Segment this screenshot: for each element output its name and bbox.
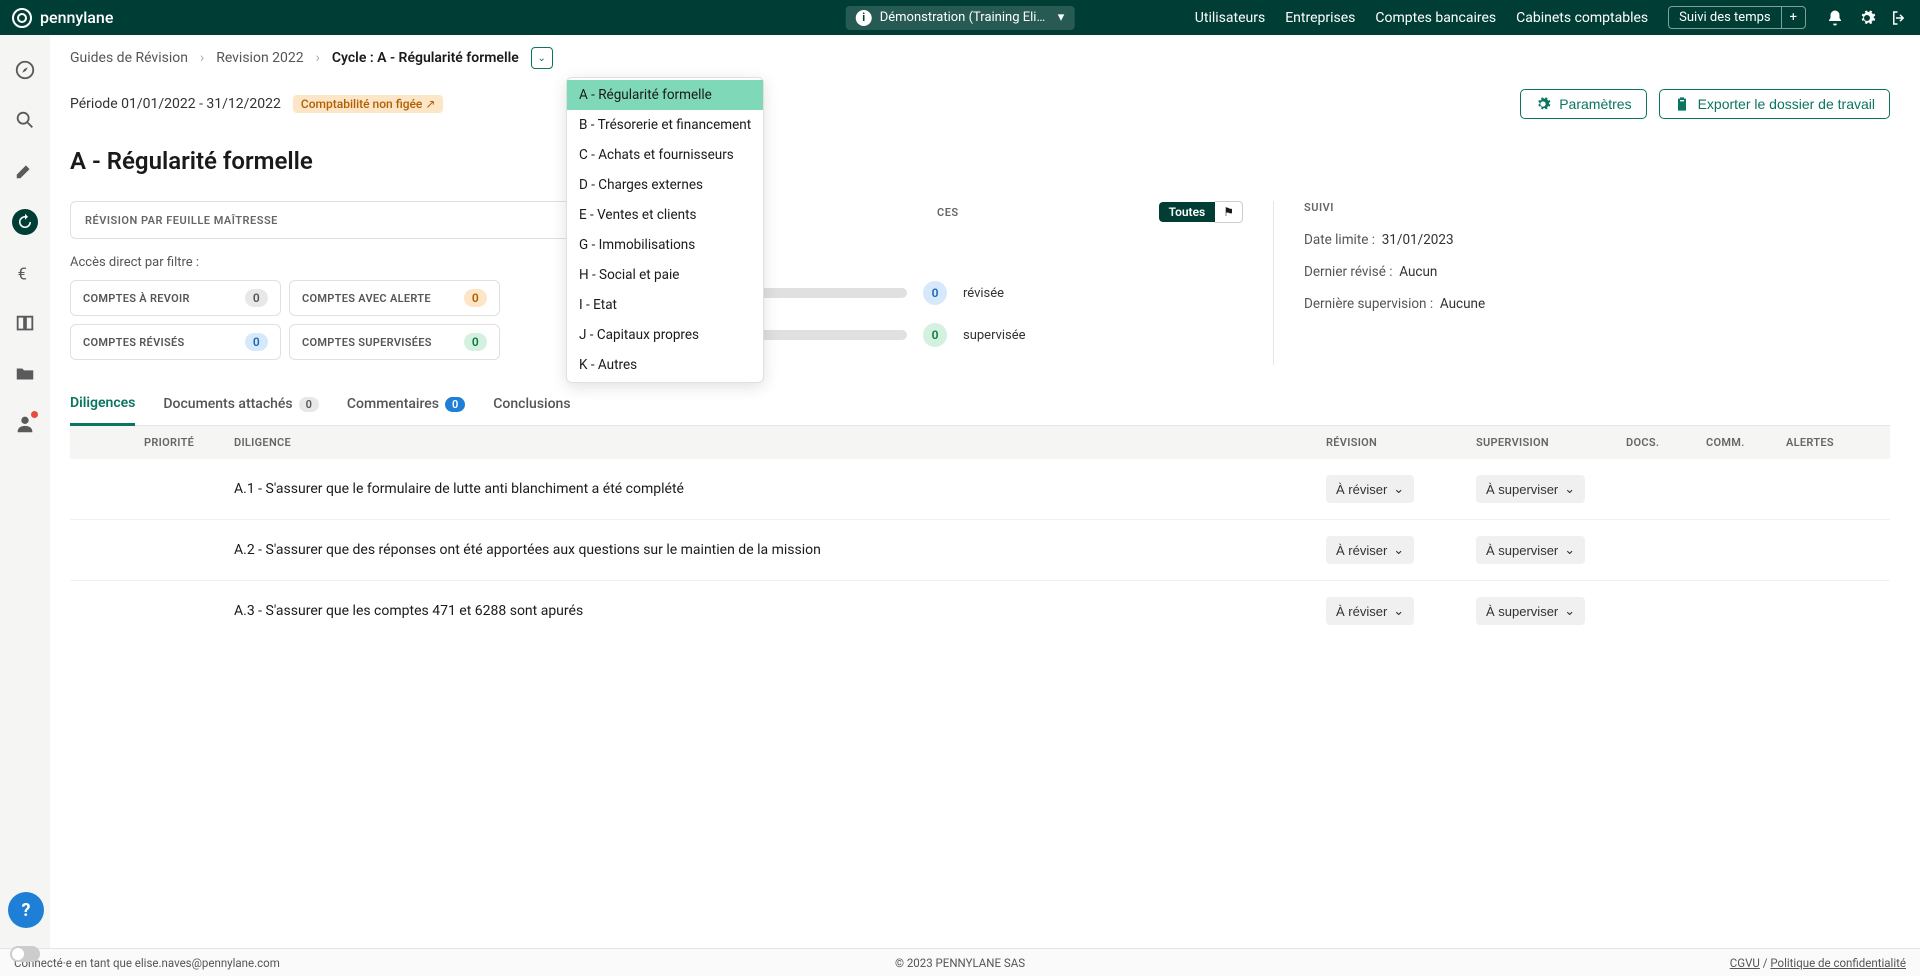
chevron-down-icon: ⌄ — [1393, 542, 1404, 558]
cycle-option[interactable]: J - Capitaux propres — [567, 320, 763, 350]
footer-copyright: © 2023 PENNYLANE SAS — [895, 956, 1025, 970]
cycle-dropdown-toggle[interactable]: ⌄ — [531, 47, 553, 69]
cycle-option[interactable]: I - Etat — [567, 290, 763, 320]
logo[interactable]: pennylane — [12, 8, 113, 28]
diligences-table: PRIORITÉ DILIGENCE RÉVISION SUPERVISION … — [70, 426, 1890, 641]
tabs: Diligences Documents attachés0 Commentai… — [70, 385, 1890, 426]
chevron-down-icon: ⌄ — [1564, 481, 1575, 497]
clipboard-icon — [1674, 96, 1690, 112]
chip-to-review[interactable]: COMPTES À REVOIR0 — [70, 280, 281, 316]
footer-privacy[interactable]: Politique de confidentialité — [1770, 956, 1906, 970]
revision-status[interactable]: À réviser ⌄ — [1326, 475, 1414, 503]
supervision-status[interactable]: À superviser ⌄ — [1476, 597, 1585, 625]
nav-firms[interactable]: Cabinets comptables — [1516, 10, 1648, 26]
cycle-option[interactable]: A - Régularité formelle — [567, 80, 763, 110]
folder-icon[interactable] — [14, 363, 36, 385]
page-title: A - Régularité formelle — [70, 147, 1890, 175]
company-selector[interactable]: i Démonstration (Training Elis… ▾ — [846, 6, 1075, 30]
master-sheet-link[interactable]: RÉVISION PAR FEUILLE MAÎTRESSE — [70, 201, 626, 239]
breadcrumb-l1[interactable]: Guides de Révision — [70, 50, 188, 66]
cycle-option[interactable]: E - Ventes et clients — [567, 200, 763, 230]
time-tracking-add[interactable]: + — [1781, 7, 1805, 28]
euro-icon[interactable]: € — [14, 263, 36, 285]
cycle-option[interactable]: K - Autres — [567, 350, 763, 380]
footer: Connecté·e en tant que elise.naves@penny… — [0, 948, 1920, 976]
sidebar: € — [0, 35, 50, 948]
table-row[interactable]: A.2 - S'assurer que des réponses ont été… — [70, 520, 1890, 581]
cycle-option[interactable]: C - Achats et fournisseurs — [567, 140, 763, 170]
compass-icon[interactable] — [14, 59, 36, 81]
chevron-down-icon: ⌄ — [1393, 481, 1404, 497]
footer-user: Connecté·e en tant que elise.naves@penny… — [14, 956, 280, 970]
time-tracking-label[interactable]: Suivi des temps — [1669, 7, 1780, 28]
table-row[interactable]: A.1 - S'assurer que le formulaire de lut… — [70, 459, 1890, 520]
chevron-right-icon: › — [200, 50, 204, 66]
cycle-option[interactable]: B - Trésorerie et financement — [567, 110, 763, 140]
filter-flag[interactable]: ⚑ — [1215, 201, 1243, 223]
top-nav: Utilisateurs Entreprises Comptes bancair… — [1195, 6, 1908, 29]
notification-dot — [31, 411, 38, 418]
chevron-right-icon: › — [316, 50, 320, 66]
logo-icon — [12, 8, 32, 28]
pencil-icon[interactable] — [14, 159, 36, 181]
nav-users[interactable]: Utilisateurs — [1195, 10, 1265, 26]
chevron-down-icon: ⌄ — [1564, 542, 1575, 558]
refresh-icon[interactable] — [12, 209, 38, 235]
tab-diligences[interactable]: Diligences — [70, 385, 135, 426]
cycle-option[interactable]: H - Social et paie — [567, 260, 763, 290]
cycle-option[interactable]: G - Immobilisations — [567, 230, 763, 260]
period-text: Période 01/01/2022 - 31/12/2022 — [70, 96, 281, 112]
brand-name: pennylane — [40, 8, 113, 27]
nav-bank-accounts[interactable]: Comptes bancaires — [1375, 10, 1496, 26]
chevron-down-icon: ⌄ — [1393, 603, 1404, 619]
chip-supervised[interactable]: COMPTES SUPERVISÉES0 — [289, 324, 500, 360]
caret-down-icon: ▾ — [1058, 10, 1065, 25]
time-tracking: Suivi des temps + — [1668, 6, 1806, 29]
chip-alert[interactable]: COMPTES AVEC ALERTE0 — [289, 280, 500, 316]
bell-icon[interactable] — [1826, 9, 1844, 27]
params-button[interactable]: Paramètres — [1520, 89, 1646, 119]
footer-cgvu[interactable]: CGVU — [1730, 956, 1760, 970]
company-name: Démonstration (Training Elis… — [880, 10, 1050, 25]
topbar: pennylane i Démonstration (Training Elis… — [0, 0, 1920, 35]
gear-icon[interactable] — [1858, 9, 1876, 27]
table-row[interactable]: A.3 - S'assurer que les comptes 471 et 6… — [70, 581, 1890, 641]
export-button[interactable]: Exporter le dossier de travail — [1659, 89, 1890, 119]
main-content: Guides de Révision › Revision 2022 › Cyc… — [50, 35, 1920, 948]
info-icon: i — [856, 10, 872, 26]
accounting-status-badge[interactable]: Comptabilité non figée ↗ — [293, 95, 444, 113]
book-icon[interactable] — [14, 313, 36, 335]
breadcrumb-current: Cycle : A - Régularité formelle — [332, 50, 519, 66]
cycle-dropdown-menu: A - Régularité formelle B - Trésorerie e… — [566, 77, 764, 383]
revision-status[interactable]: À réviser ⌄ — [1326, 597, 1414, 625]
filter-toutes[interactable]: Toutes — [1159, 202, 1216, 222]
help-fab[interactable]: ? — [8, 892, 44, 928]
panel-suivi: SUIVI Date limite : 31/01/2023 Dernier r… — [1273, 201, 1890, 365]
chip-reviewed[interactable]: COMPTES RÉVISÉS0 — [70, 324, 281, 360]
gear-icon — [1535, 96, 1551, 112]
sidebar-toggle[interactable] — [10, 946, 40, 962]
search-icon[interactable] — [14, 109, 36, 131]
tab-conclusions[interactable]: Conclusions — [493, 385, 570, 425]
supervision-status[interactable]: À superviser ⌄ — [1476, 536, 1585, 564]
supervision-status[interactable]: À superviser ⌄ — [1476, 475, 1585, 503]
svg-text:€: € — [18, 266, 27, 285]
breadcrumb: Guides de Révision › Revision 2022 › Cyc… — [70, 47, 1890, 69]
nav-companies[interactable]: Entreprises — [1285, 10, 1355, 26]
tab-documents[interactable]: Documents attachés0 — [163, 385, 319, 425]
breadcrumb-l2[interactable]: Revision 2022 — [216, 50, 303, 66]
logout-icon[interactable] — [1890, 9, 1908, 27]
tab-comments[interactable]: Commentaires0 — [347, 385, 465, 425]
revision-status[interactable]: À réviser ⌄ — [1326, 536, 1414, 564]
filter-label: Accès direct par filtre : — [70, 255, 626, 270]
cycle-option[interactable]: D - Charges externes — [567, 170, 763, 200]
chevron-down-icon: ⌄ — [1564, 603, 1575, 619]
